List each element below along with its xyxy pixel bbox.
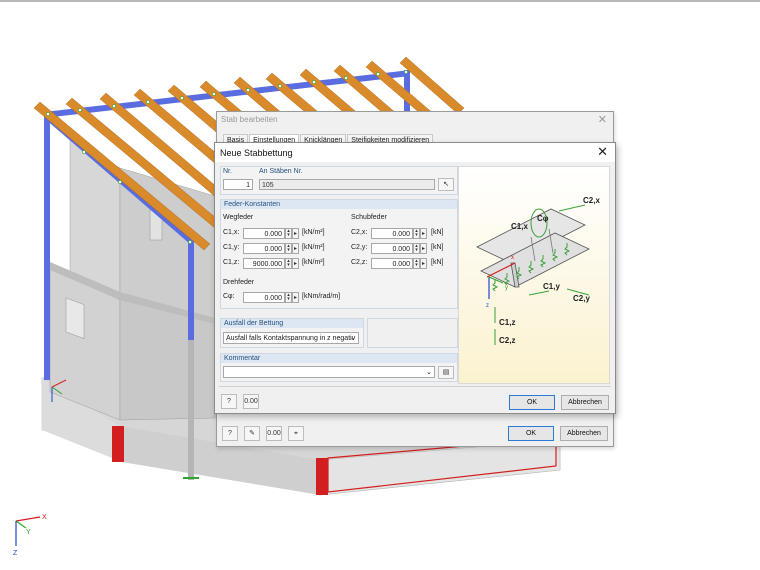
c2x-label: C2,x: [351, 229, 368, 236]
new-member-support-dialog: Neue Stabbettung ✕ Nr. An Stäben Nr. 1 1… [214, 142, 616, 414]
spring-constants-group: Feder-Konstanten Wegfeder Schubfeder C1,… [220, 199, 458, 309]
c1x-menu-arrow[interactable]: ▸ [292, 228, 299, 239]
chevron-down-icon: ⌄ [426, 369, 432, 376]
nr-label: Nr. [223, 168, 232, 175]
c2y-menu-arrow[interactable]: ▸ [420, 243, 427, 254]
c1z-input[interactable]: 9000.000 [243, 258, 285, 269]
cphi-menu-arrow[interactable]: ▸ [292, 292, 299, 303]
chevron-down-icon: ⌄ [350, 335, 356, 342]
back-dialog-footer: ? ✎ 0.00 ⌖ OK Abbrechen [217, 420, 613, 446]
cphi-input[interactable]: 0.000 [243, 292, 285, 303]
dialog-titlebar: Neue Stabbettung ✕ [215, 143, 615, 162]
cphi-unit: [kNm/rad/m] [302, 293, 341, 300]
help-icon[interactable]: ? [221, 394, 237, 409]
c2z-label: C2,z: [351, 259, 368, 266]
c1y-menu-arrow[interactable]: ▸ [292, 243, 299, 254]
c2z-input[interactable]: 0.000 [371, 258, 413, 269]
c1x-diagram-label: C1,x [511, 222, 528, 231]
c2z-menu-arrow[interactable]: ▸ [420, 258, 427, 269]
cphi-diagram-label: Cφ [537, 214, 549, 223]
c2x-input[interactable]: 0.000 [371, 228, 413, 239]
c2y-label: C2,y: [351, 244, 368, 251]
i-beam-icon [476, 208, 590, 288]
c2y-input[interactable]: 0.000 [371, 243, 413, 254]
c1z-menu-arrow[interactable]: ▸ [292, 258, 299, 269]
edit-member-title: Stab bearbeiten [221, 115, 278, 124]
cancel-button[interactable]: Abbrechen [561, 395, 609, 410]
edit-icon[interactable]: ✎ [244, 426, 260, 441]
footer-separator [219, 386, 611, 387]
members-label: An Stäben Nr. [259, 168, 303, 175]
z-diagram-label: z [486, 303, 489, 309]
c1x-spinner[interactable]: ▴ ▾ [285, 228, 292, 239]
post-right-top [188, 240, 194, 340]
axis-y-label: Y [26, 529, 31, 536]
c2z-diagram-label: C2,z [499, 336, 515, 345]
c1y-input[interactable]: 0.000 [243, 243, 285, 254]
c2x-unit: [kN] [431, 229, 444, 236]
c1x-unit: [kN/m²] [302, 229, 325, 236]
c1x-input[interactable]: 0.000 [243, 228, 285, 239]
members-field[interactable]: 105 [259, 179, 435, 190]
window-lower [65, 297, 85, 339]
rotational-spring-label: Drehfeder [223, 279, 255, 286]
comment-header: Kommentar [221, 354, 457, 363]
bedding-diagram: C1,x Cφ C2,x C1,y C2,y C1,z C2,z x y z [458, 166, 610, 384]
c2z-unit: [kN] [431, 259, 444, 266]
c1y-diagram-label: C1,y [543, 282, 560, 291]
nr-field[interactable]: 1 [223, 179, 253, 190]
c1y-label: C1,y: [223, 244, 240, 251]
back-cancel-button[interactable]: Abbrechen [560, 426, 608, 441]
c2y-diagram-label: C2,y [573, 294, 590, 303]
c1x-label: C1,x: [223, 229, 240, 236]
c1z-spinner[interactable]: ▴ ▾ [285, 258, 292, 269]
failure-select[interactable]: Ausfall falls Kontaktspannung in z negat… [223, 332, 359, 344]
bedding-diagram-svg: C1,x Cφ C2,x C1,y C2,y C1,z C2,z x y z [476, 196, 600, 345]
identity-group: Nr. An Stäben Nr. 1 105 ↖ [220, 166, 458, 195]
units-icon[interactable]: 0.00 [266, 426, 282, 441]
cphi-spinner[interactable]: ▴ ▾ [285, 292, 292, 303]
c1y-spinner[interactable]: ▴ ▾ [285, 243, 292, 254]
close-icon[interactable]: ✕ [597, 144, 608, 160]
x-diagram-label: x [511, 255, 514, 261]
c2x-menu-arrow[interactable]: ▸ [420, 228, 427, 239]
failure-select-value: Ausfall falls Kontaktspannung in z negat… [226, 335, 356, 342]
ok-button[interactable]: OK [509, 395, 555, 410]
comment-library-icon[interactable]: ▤ [438, 366, 454, 379]
c2x-diagram-label: C2,x [583, 196, 600, 205]
failure-header: Ausfall der Bettung [221, 319, 363, 328]
c2y-unit: [kN] [431, 244, 444, 251]
close-icon[interactable]: ✕ [598, 113, 607, 126]
y-diagram-label: y [505, 285, 508, 291]
comment-input[interactable]: ⌄ [223, 366, 435, 378]
help-icon[interactable]: ? [222, 426, 238, 441]
spring-constants-header: Feder-Konstanten [221, 200, 457, 209]
post-left [44, 118, 50, 380]
c2x-spinner[interactable]: ▴ ▾ [413, 228, 420, 239]
c1z-label: C1,z: [223, 259, 240, 266]
translational-spring-label: Wegfeder [223, 214, 254, 221]
c1z-unit: [kN/m²] [302, 259, 325, 266]
axis-z-label: Z [13, 550, 18, 557]
pick-members-icon[interactable]: ↖ [438, 178, 454, 191]
c2y-spinner[interactable]: ▴ ▾ [413, 243, 420, 254]
c1z-diagram-label: C1,z [499, 318, 515, 327]
cphi-label: Cφ: [223, 293, 235, 300]
support-red-left [112, 426, 124, 462]
comment-group: Kommentar ⌄ ▤ [220, 353, 458, 382]
failure-group: Ausfall der Bettung Ausfall falls Kontak… [220, 318, 364, 348]
c2z-spinner[interactable]: ▴ ▾ [413, 258, 420, 269]
select-icon[interactable]: ⌖ [288, 426, 304, 441]
back-ok-button[interactable]: OK [508, 426, 554, 441]
shear-spring-label: Schubfeder [351, 214, 387, 221]
axis-x-label: X [42, 514, 47, 521]
c1y-unit: [kN/m²] [302, 244, 325, 251]
dialog-title: Neue Stabbettung [220, 148, 293, 158]
units-icon[interactable]: 0.00 [243, 394, 259, 409]
support-red-right [316, 458, 328, 495]
failure-group-empty [367, 318, 458, 348]
